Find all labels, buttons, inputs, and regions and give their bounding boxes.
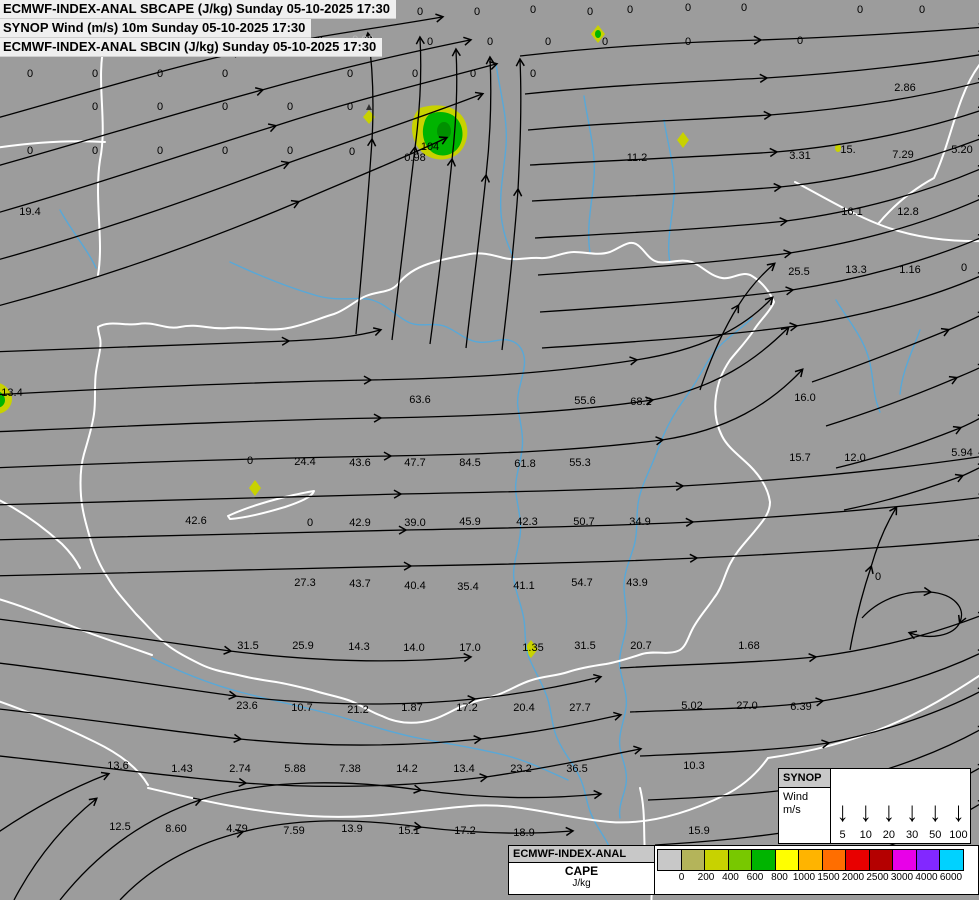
cape-tick-label: 2000 xyxy=(842,872,864,883)
cape-tick-label: 200 xyxy=(698,872,715,883)
wind-legend-labels: SYNOP Wind m/s xyxy=(779,769,831,843)
map-title-block: ECMWF-INDEX-ANAL SBCAPE (J/kg) Sunday 05… xyxy=(0,0,396,57)
wind-legend-unit: m/s xyxy=(779,803,830,817)
cape-color-cell xyxy=(939,849,964,871)
cape-legend-title: ECMWF-INDEX-ANAL xyxy=(509,846,654,863)
wind-arrow-icon: ↓ xyxy=(837,796,849,831)
wind-legend-title: SYNOP xyxy=(779,769,830,788)
cape-color-cell xyxy=(681,849,706,871)
cape-tick-label: 2500 xyxy=(866,872,888,883)
wind-arrow-icon: ↓ xyxy=(929,796,941,831)
cape-color-cell xyxy=(869,849,894,871)
title-line-sbcape: ECMWF-INDEX-ANAL SBCAPE (J/kg) Sunday 05… xyxy=(0,0,396,19)
wind-speed-column: ↓100 xyxy=(947,769,970,843)
map-canvas xyxy=(0,0,979,900)
cape-ticks: 0 200 400 600 800 100015002000250030004000600… xyxy=(657,871,976,887)
cape-colorbar-area: 0 200 400 600 800 100015002000250030004000600… xyxy=(655,846,978,894)
cape-tick-label: 6000 xyxy=(940,872,962,883)
cape-legend-unit: J/kg xyxy=(509,878,654,889)
wind-arrow-icon: ↓ xyxy=(860,796,872,831)
cape-color-cell xyxy=(822,849,847,871)
cape-tick-label: 800 xyxy=(771,872,788,883)
wind-legend: SYNOP Wind m/s ↓5↓10↓20↓30↓50↓100 xyxy=(778,768,971,844)
cape-color-cell xyxy=(704,849,729,871)
cape-legend-labels: ECMWF-INDEX-ANAL CAPE J/kg xyxy=(509,846,655,894)
cape-tick-label: 600 xyxy=(747,872,764,883)
wind-speed-label: 100 xyxy=(949,829,967,841)
wind-speed-column: ↓20 xyxy=(877,769,900,843)
wind-speed-column: ↓30 xyxy=(901,769,924,843)
title-line-sbcin: ECMWF-INDEX-ANAL SBCIN (J/kg) Sunday 05-… xyxy=(0,38,382,57)
title-line-synop-wind: SYNOP Wind (m/s) 10m Sunday 05-10-2025 1… xyxy=(0,19,311,38)
cape-tick-label: 0 xyxy=(679,872,685,883)
wind-speed-label: 50 xyxy=(929,829,941,841)
cape-tick-label: 1000 xyxy=(793,872,815,883)
wind-speed-label: 10 xyxy=(860,829,872,841)
wind-speed-label: 5 xyxy=(840,829,846,841)
wind-arrow-icon: ↓ xyxy=(906,796,918,831)
cape-color-cell xyxy=(657,849,682,871)
cape-colorbar xyxy=(657,849,976,871)
cape-color-cell xyxy=(916,849,941,871)
cape-color-cell xyxy=(775,849,800,871)
cape-color-cell xyxy=(892,849,917,871)
cape-tick-label: 400 xyxy=(722,872,739,883)
wind-legend-subtitle: Wind xyxy=(779,788,830,803)
wind-arrow-icon: ↓ xyxy=(952,796,964,831)
wind-speed-column: ↓50 xyxy=(924,769,947,843)
weather-map: 0000000000000000000000000000000000000000… xyxy=(0,0,979,900)
wind-columns: ↓5↓10↓20↓30↓50↓100 xyxy=(831,769,970,843)
wind-arrow-icon: ↓ xyxy=(883,796,895,831)
cape-tick-label: 1500 xyxy=(817,872,839,883)
wind-speed-label: 20 xyxy=(883,829,895,841)
cape-color-cell xyxy=(798,849,823,871)
wind-speed-label: 30 xyxy=(906,829,918,841)
cape-color-cell xyxy=(728,849,753,871)
cape-legend: ECMWF-INDEX-ANAL CAPE J/kg 0 200 400 600 800… xyxy=(508,845,979,895)
wind-speed-column: ↓10 xyxy=(854,769,877,843)
cape-tick-label: 4000 xyxy=(915,872,937,883)
cape-tick-label: 3000 xyxy=(891,872,913,883)
cape-color-cell xyxy=(751,849,776,871)
cape-legend-name: CAPE xyxy=(509,863,654,878)
wind-speed-column: ↓5 xyxy=(831,769,854,843)
cape-color-cell xyxy=(845,849,870,871)
